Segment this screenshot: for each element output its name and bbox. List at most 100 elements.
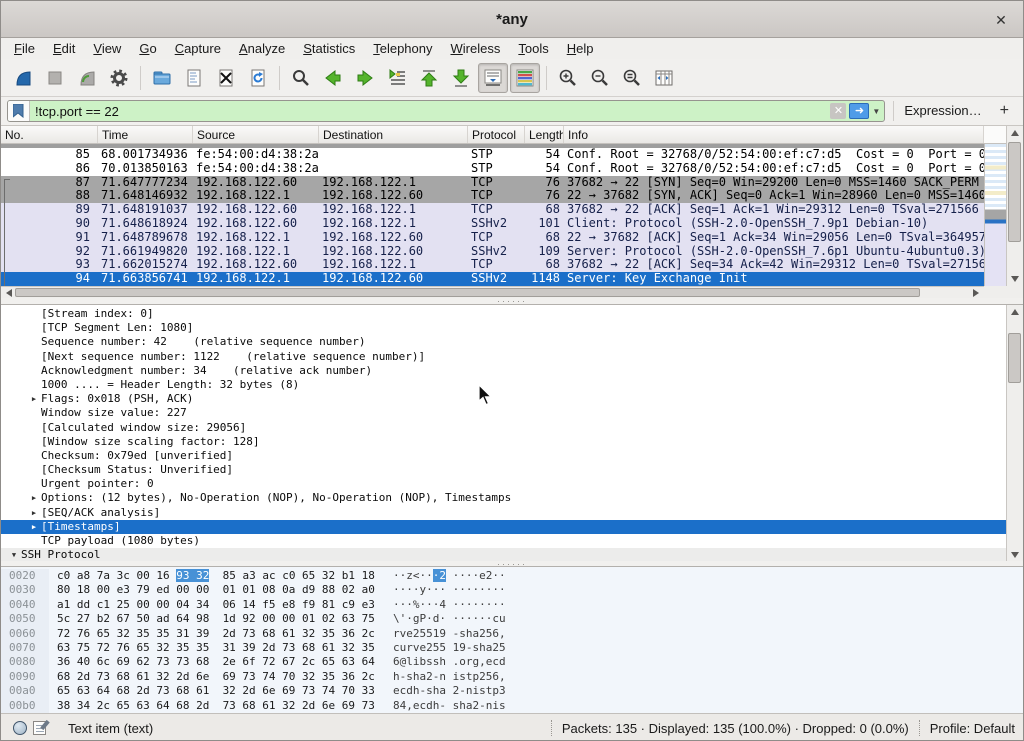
detail-line[interactable]: [TCP Segment Len: 1080] <box>1 321 1006 335</box>
scroll-down-icon[interactable] <box>1007 272 1023 286</box>
hex-row[interactable]: 00b0 38 34 2c 65 63 64 68 2d 73 68 61 32… <box>1 699 1023 713</box>
expander-icon[interactable] <box>27 421 41 435</box>
expander-icon[interactable]: ▶ <box>27 520 41 534</box>
intelligent-scrollbar-minimap[interactable] <box>984 144 1006 286</box>
detail-line[interactable]: TCP payload (1080 bytes) <box>1 534 1006 548</box>
detail-line[interactable]: Acknowledgment number: 34 (relative ack … <box>1 364 1006 378</box>
expert-info-icon[interactable] <box>13 721 27 735</box>
scroll-up-icon[interactable] <box>1007 305 1023 319</box>
expander-icon[interactable] <box>27 534 41 548</box>
expander-icon[interactable] <box>27 477 41 491</box>
go-to-bottom-icon[interactable] <box>446 63 476 93</box>
expander-icon[interactable]: ▼ <box>7 548 21 562</box>
menu-item[interactable]: Telephony <box>364 39 441 58</box>
hex-row[interactable]: 0040 a1 dd c1 25 00 00 04 34 06 14 f5 e8… <box>1 598 1023 612</box>
auto-scroll-icon[interactable] <box>478 63 508 93</box>
go-to-packet-icon[interactable] <box>382 63 412 93</box>
filter-clear-icon[interactable]: ✕ <box>830 103 846 119</box>
packet-row[interactable]: 91 71.648789678 192.168.122.1 192.168.12… <box>1 231 984 245</box>
column-header[interactable]: Source <box>193 126 319 143</box>
packet-row[interactable]: 94 71.663856741 192.168.122.1 192.168.12… <box>1 272 984 286</box>
reload-file-icon[interactable] <box>243 63 273 93</box>
hex-row[interactable]: 0060 72 76 65 32 35 35 31 39 2d 73 68 61… <box>1 627 1023 641</box>
column-header[interactable]: Protocol <box>468 126 525 143</box>
detail-line[interactable]: ▶ [Timestamps] <box>1 520 1006 534</box>
menu-item[interactable]: Tools <box>509 39 557 58</box>
scroll-right-icon[interactable] <box>970 288 982 298</box>
zoom-in-icon[interactable] <box>553 63 583 93</box>
menu-item[interactable]: Go <box>130 39 165 58</box>
expander-icon[interactable] <box>27 321 41 335</box>
column-header[interactable]: Time <box>98 126 193 143</box>
column-header[interactable]: No. <box>1 126 98 143</box>
scroll-down-icon[interactable] <box>1007 548 1023 562</box>
detail-line[interactable]: [Calculated window size: 29056] <box>1 421 1006 435</box>
menu-item[interactable]: Help <box>558 39 603 58</box>
detail-line[interactable]: 1000 .... = Header Length: 32 bytes (8) <box>1 378 1006 392</box>
hex-row[interactable]: 00a0 65 63 64 68 2d 73 68 61 32 2d 6e 69… <box>1 684 1023 698</box>
hex-row[interactable]: 0030 80 18 00 e3 79 ed 00 00 01 01 08 0a… <box>1 583 1023 597</box>
expander-icon[interactable] <box>27 307 41 321</box>
save-file-icon[interactable] <box>179 63 209 93</box>
close-icon[interactable]: ✕ <box>991 10 1011 30</box>
column-header[interactable]: Length <box>525 126 564 143</box>
filter-bookmark-icon[interactable] <box>8 101 30 121</box>
detail-line[interactable]: Sequence number: 42 (relative sequence n… <box>1 335 1006 349</box>
expander-icon[interactable] <box>27 463 41 477</box>
packet-row[interactable]: 89 71.648191037 192.168.122.60 192.168.1… <box>1 203 984 217</box>
packet-row[interactable]: 86 70.013850163 fe:54:00:d4:38:2a STP 54… <box>1 162 984 176</box>
packet-row[interactable]: 88 71.648146932 192.168.122.1 192.168.12… <box>1 189 984 203</box>
find-packet-icon[interactable] <box>286 63 316 93</box>
column-header[interactable]: Info <box>564 126 984 143</box>
menu-item[interactable]: View <box>84 39 130 58</box>
filter-text[interactable]: !tcp.port == 22 <box>30 104 830 119</box>
details-vscrollbar[interactable] <box>1006 305 1023 562</box>
colorize-icon[interactable] <box>510 63 540 93</box>
packet-list-vscrollbar[interactable] <box>1006 126 1023 286</box>
expander-icon[interactable]: ▶ <box>27 392 41 406</box>
display-filter-input[interactable]: !tcp.port == 22 ✕ ➜ ▼ <box>7 100 885 122</box>
packet-row[interactable]: 93 71.662015274 192.168.122.60 192.168.1… <box>1 258 984 272</box>
expander-icon[interactable] <box>27 435 41 449</box>
scrollbar-thumb[interactable] <box>15 288 920 297</box>
resize-columns-icon[interactable] <box>649 63 679 93</box>
detail-line[interactable]: ▶ [SEQ/ACK analysis] <box>1 506 1006 520</box>
stop-capture-icon[interactable] <box>40 63 70 93</box>
open-file-icon[interactable] <box>147 63 177 93</box>
expander-icon[interactable] <box>27 335 41 349</box>
menu-item[interactable]: Wireless <box>442 39 510 58</box>
add-filter-button[interactable]: + <box>992 102 1017 120</box>
detail-line[interactable]: [Window size scaling factor: 128] <box>1 435 1006 449</box>
start-capture-icon[interactable] <box>8 63 38 93</box>
scrollbar-thumb[interactable] <box>1008 142 1021 242</box>
status-profile[interactable]: Profile: Default <box>930 721 1023 736</box>
restart-capture-icon[interactable] <box>72 63 102 93</box>
hex-row[interactable]: 0090 68 2d 73 68 61 32 2d 6e 69 73 74 70… <box>1 670 1023 684</box>
titlebar[interactable]: *any ✕ <box>1 1 1023 38</box>
detail-line[interactable]: [Stream index: 0] <box>1 307 1006 321</box>
zoom-original-icon[interactable] <box>617 63 647 93</box>
packet-list-hscrollbar[interactable] <box>1 286 984 298</box>
expander-icon[interactable]: ▶ <box>27 491 41 505</box>
go-to-top-icon[interactable] <box>414 63 444 93</box>
capture-comment-icon[interactable] <box>33 721 46 735</box>
column-header[interactable]: Destination <box>319 126 468 143</box>
filter-apply-icon[interactable]: ➜ <box>849 103 869 119</box>
expander-icon[interactable] <box>27 449 41 463</box>
scrollbar-thumb[interactable] <box>1008 333 1021 383</box>
detail-line[interactable]: Window size value: 227 <box>1 406 1006 420</box>
menu-item[interactable]: Capture <box>166 39 230 58</box>
hex-row[interactable]: 0050 5c 27 b2 67 50 ad 64 98 1d 92 00 00… <box>1 612 1023 626</box>
go-forward-icon[interactable] <box>350 63 380 93</box>
hex-row[interactable]: 0070 63 75 72 76 65 32 35 35 31 39 2d 73… <box>1 641 1023 655</box>
expression-button[interactable]: Expression… <box>893 101 991 121</box>
close-file-icon[interactable] <box>211 63 241 93</box>
detail-line[interactable]: [Checksum Status: Unverified] <box>1 463 1006 477</box>
detail-line[interactable]: ▶ Options: (12 bytes), No-Operation (NOP… <box>1 491 1006 505</box>
capture-options-icon[interactable] <box>104 63 134 93</box>
detail-line[interactable]: Urgent pointer: 0 <box>1 477 1006 491</box>
packet-row[interactable]: 92 71.661949820 192.168.122.1 192.168.12… <box>1 245 984 259</box>
menu-item[interactable]: Statistics <box>294 39 364 58</box>
expander-icon[interactable] <box>27 364 41 378</box>
hex-row[interactable]: 0020 c0 a8 7a 3c 00 16 93 32 85 a3 ac c0… <box>1 569 1023 583</box>
